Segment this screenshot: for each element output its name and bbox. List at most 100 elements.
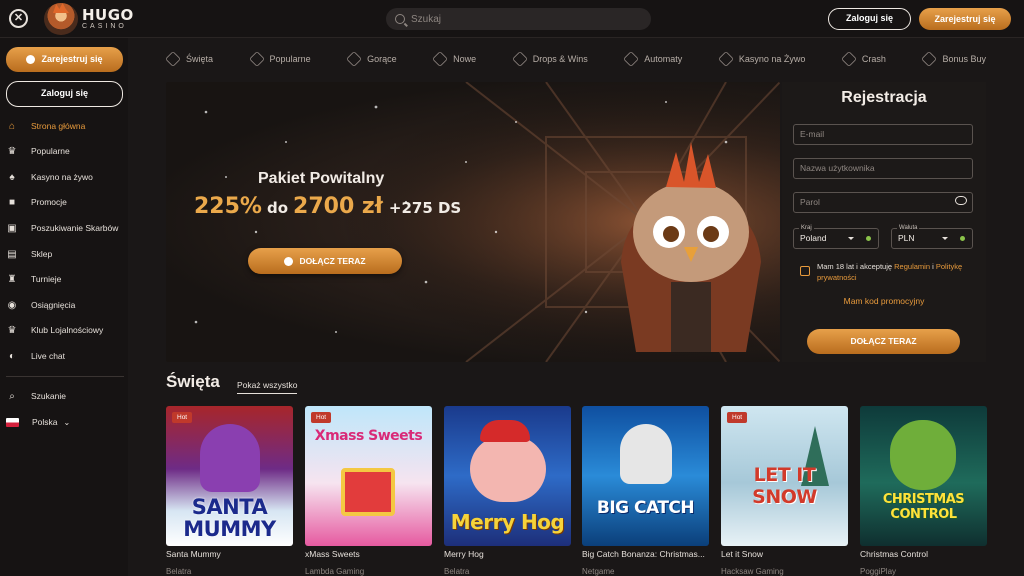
category-holidays[interactable]: Święta	[165, 51, 213, 67]
currency-label: Waluta	[897, 224, 920, 232]
game-title[interactable]: Christmas Control	[860, 549, 928, 559]
sidebar-item-tournaments[interactable]: ♜ Turnieje	[6, 269, 124, 289]
sidebar-item-label: Osiągnięcia	[31, 300, 76, 310]
search-input[interactable]	[411, 13, 631, 25]
game-title[interactable]: Big Catch Bonanza: Christmas...	[582, 549, 705, 559]
hero-banner[interactable]: Pakiet Powitalny 225% do 2700 zł +275 DS…	[166, 82, 780, 362]
category-new[interactable]: Nowe	[432, 51, 476, 67]
game-card-xmass-sweets[interactable]: Hot Xmass Sweets	[305, 406, 432, 546]
game-art-title: CHRISTMAS CONTROL	[882, 492, 965, 522]
game-title[interactable]: xMass Sweets	[305, 549, 360, 559]
email-field[interactable]: E-mail	[793, 124, 973, 145]
valid-dot-icon	[960, 236, 965, 241]
category-popular[interactable]: Popularne	[248, 51, 311, 67]
section-title: Święta	[166, 372, 220, 391]
login-button[interactable]: Zaloguj się	[828, 8, 911, 30]
chevron-down-icon: ⌄	[63, 417, 71, 427]
valid-dot-icon	[866, 236, 871, 241]
bonus-upto: do	[266, 199, 289, 217]
sidebar-search-label: Szukanie	[31, 391, 66, 401]
game-art-title: LET IT SNOW	[752, 464, 817, 508]
sidebar-divider	[6, 376, 124, 377]
password-field[interactable]: Parol	[793, 192, 973, 213]
category-bar: Święta Popularne Gorące Nowe Drops & Win…	[165, 48, 986, 70]
game-card-christmas-control[interactable]: CHRISTMAS CONTROL	[860, 406, 987, 546]
sidebar-item-label: Kasyno na żywo	[31, 172, 93, 182]
currency-select[interactable]: Waluta PLN	[891, 224, 973, 249]
cards-icon: ♠	[9, 171, 15, 183]
sidebar-item-live-casino[interactable]: ♠ Kasyno na żywo	[6, 167, 124, 187]
sidebar-item-achievements[interactable]: ◉ Osiągnięcia	[6, 295, 124, 315]
game-art-title: Merry Hog	[450, 510, 565, 534]
trophy-icon: ♜	[7, 273, 17, 285]
gift-box	[341, 468, 395, 516]
game-card-santa-mummy[interactable]: Hot SANTA MUMMY	[166, 406, 293, 546]
game-title[interactable]: Santa Mummy	[166, 549, 221, 559]
hero-join-button[interactable]: DOŁĄCZ TERAZ	[248, 248, 402, 274]
registration-submit-button[interactable]: DOŁĄCZ TERAZ	[807, 329, 960, 354]
language-selector[interactable]: Polska ⌄	[6, 412, 124, 432]
logo[interactable]: HUGO CASINO	[44, 3, 134, 35]
sidebar-item-popular[interactable]: ♛ Popularne	[6, 141, 124, 161]
register-button[interactable]: Zarejestruj się	[919, 8, 1011, 30]
search-bar[interactable]	[386, 8, 651, 30]
game-provider: Netgame	[582, 567, 615, 576]
hedgehog-mascot-icon	[44, 3, 78, 35]
category-slots[interactable]: Automaty	[623, 51, 682, 67]
bonus-icon	[921, 51, 938, 67]
sidebar-item-loyalty[interactable]: ♛ Klub Lojalnościowy	[6, 320, 124, 340]
bonus-percent: 225%	[194, 194, 262, 219]
terms-link[interactable]: Regulamin	[894, 262, 930, 271]
eye-icon[interactable]	[955, 196, 967, 205]
hero-title: Pakiet Powitalny	[258, 170, 385, 187]
game-title[interactable]: Merry Hog	[444, 549, 484, 559]
hero-join-label: DOŁĄCZ TERAZ	[299, 256, 366, 266]
user-icon	[26, 55, 36, 64]
hog-character	[470, 436, 546, 502]
country-select[interactable]: Kraj Poland	[793, 224, 879, 249]
hero-offer: 225% do 2700 zł +275 DS	[194, 194, 461, 219]
game-provider: Belatra	[444, 567, 470, 576]
sidebar-login-button[interactable]: Zaloguj się	[6, 81, 123, 107]
game-provider: Lambda Gaming	[305, 567, 365, 576]
search-icon: ⌕	[9, 390, 15, 402]
currency-value: PLN	[898, 233, 915, 243]
sidebar-search[interactable]: ⌕ Szukanie	[6, 386, 124, 406]
game-card-let-it-snow[interactable]: Hot LET IT SNOW	[721, 406, 848, 546]
category-bonus-buy[interactable]: Bonus Buy	[921, 51, 986, 67]
new-icon	[432, 51, 449, 67]
logo-sub-text: CASINO	[82, 23, 127, 30]
close-icon[interactable]: ✕	[9, 9, 28, 28]
sidebar-item-label: Promocje	[31, 197, 67, 207]
sidebar-register-button[interactable]: Zarejestruj się	[6, 47, 123, 72]
promo-code-link[interactable]: Mam kod promocyjny	[782, 296, 986, 306]
sidebar-item-live-chat[interactable]: ◐ Live chat	[6, 346, 124, 366]
slot-machine-icon	[623, 51, 640, 67]
elf-character	[890, 420, 956, 490]
terms-checkbox[interactable]	[800, 266, 810, 276]
rocket-icon	[840, 51, 857, 67]
category-live-casino[interactable]: Kasyno na Żywo	[717, 51, 805, 67]
category-drops-wins[interactable]: Drops & Wins	[511, 51, 588, 67]
holiday-icon	[165, 51, 181, 67]
country-label: Kraj	[799, 224, 814, 232]
crown-icon	[248, 51, 265, 67]
registration-title: Rejestracja	[841, 89, 927, 106]
game-provider: Belatra	[166, 567, 192, 576]
category-crash[interactable]: Crash	[840, 51, 886, 67]
category-hot[interactable]: Gorące	[346, 51, 397, 67]
drops-icon	[511, 51, 528, 67]
hot-badge: Hot	[172, 412, 193, 423]
username-field[interactable]: Nazwa użytkownika	[793, 158, 973, 179]
sidebar-item-label: Live chat	[31, 351, 66, 361]
sidebar-item-shop[interactable]: ▤ Sklep	[6, 244, 124, 264]
sidebar-item-label: Poszukiwanie Skarbów	[31, 223, 119, 233]
sidebar-item-promotions[interactable]: ■ Promocje	[6, 192, 124, 212]
game-card-merry-hog[interactable]: Merry Hog	[444, 406, 571, 546]
game-title[interactable]: Let it Snow	[721, 549, 763, 559]
sidebar-item-treasure[interactable]: ▣ Poszukiwanie Skarbów	[6, 218, 124, 238]
sidebar-item-home[interactable]: ⌂ Strona główna	[6, 116, 124, 136]
bonus-spins: +275 DS	[388, 199, 462, 217]
game-card-big-catch[interactable]: BIG CATCH	[582, 406, 709, 546]
show-all-link[interactable]: Pokaż wszystko	[237, 380, 298, 394]
